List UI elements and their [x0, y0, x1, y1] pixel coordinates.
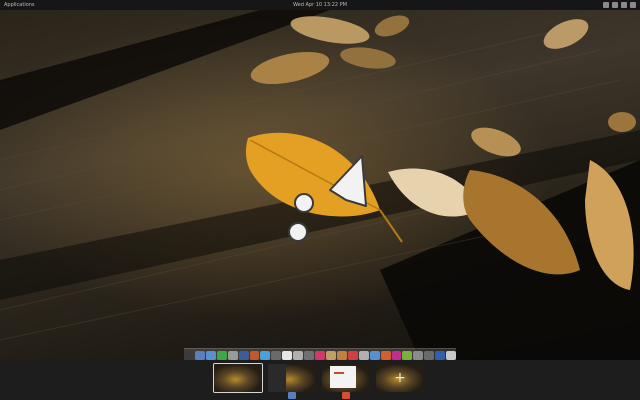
monitor-icon[interactable] — [304, 350, 315, 360]
document-icon[interactable] — [282, 350, 293, 360]
desktop-wallpaper — [0, 10, 640, 360]
terminal-icon[interactable] — [183, 350, 194, 360]
camera-icon[interactable] — [227, 350, 238, 360]
battery-icon[interactable] — [621, 2, 627, 8]
chat-icon[interactable] — [205, 350, 216, 360]
spreadsheet-icon[interactable] — [402, 350, 413, 360]
word-processor-icon[interactable] — [435, 350, 446, 360]
files-icon[interactable] — [194, 350, 205, 360]
record-icon[interactable] — [347, 350, 358, 360]
archive-icon[interactable] — [336, 350, 347, 360]
music-icon[interactable] — [315, 350, 325, 360]
image-viewer-icon[interactable] — [325, 350, 336, 360]
files-icon — [288, 392, 296, 399]
top-panel: Applications Wed Apr 10 13:22 PM — [0, 0, 640, 10]
paint-icon[interactable] — [358, 350, 369, 360]
browser-icon — [342, 392, 350, 399]
tools-icon[interactable] — [369, 350, 380, 360]
media-icon[interactable] — [249, 350, 260, 360]
workspace-1[interactable] — [213, 363, 263, 393]
clock[interactable]: Wed Apr 10 13:22 PM — [0, 0, 640, 10]
store-icon[interactable] — [380, 350, 391, 360]
volume-icon[interactable] — [612, 2, 618, 8]
chart-icon[interactable] — [271, 350, 282, 360]
trash-icon[interactable] — [446, 350, 457, 360]
browser-icon[interactable] — [238, 350, 249, 360]
add-icon: + — [394, 370, 406, 386]
network-icon[interactable] — [260, 350, 271, 360]
workspace-2[interactable] — [268, 364, 316, 392]
text-editor-icon[interactable] — [413, 350, 424, 360]
workspace-switcher: + — [0, 360, 640, 400]
game-icon[interactable] — [391, 350, 402, 360]
settings-icon[interactable] — [424, 350, 435, 360]
download-icon[interactable] — [216, 350, 227, 360]
network-icon[interactable] — [603, 2, 609, 8]
wallpaper-image — [0, 10, 640, 360]
user-icon[interactable] — [630, 2, 636, 8]
workspace-3[interactable] — [322, 364, 370, 392]
system-tray — [603, 2, 636, 8]
photo-icon[interactable] — [293, 350, 304, 360]
workspace-new[interactable]: + — [376, 364, 424, 392]
